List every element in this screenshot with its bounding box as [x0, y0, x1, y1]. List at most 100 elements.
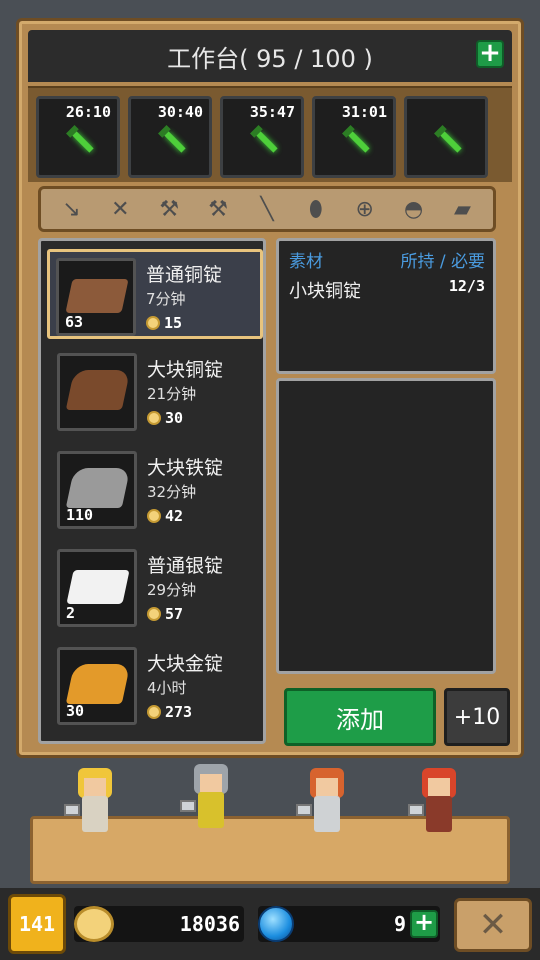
queue-slot[interactable]: 35:47 — [220, 96, 304, 178]
recipe-price: 30 — [147, 409, 183, 427]
sword-icon — [348, 131, 370, 153]
queue-slot[interactable] — [404, 96, 488, 178]
gem-value: 9 — [393, 912, 406, 936]
shield-icon[interactable]: ⬮ — [296, 197, 336, 222]
worker-face — [200, 774, 222, 792]
spear-icon[interactable]: ╲ — [247, 197, 287, 222]
gold-ingot-icon — [65, 664, 131, 704]
worker-face — [428, 778, 450, 796]
plus-ten-button[interactable]: +10 — [444, 688, 510, 746]
worker-character[interactable] — [408, 756, 468, 846]
worker-face — [84, 778, 106, 796]
recipe-count: 63 — [65, 313, 84, 331]
coin-icon — [147, 411, 161, 425]
recipe-name: 普通铜锭 — [146, 264, 223, 286]
worker-character[interactable] — [296, 756, 356, 846]
recipe-price: 273 — [147, 703, 192, 721]
gem-icon — [258, 906, 294, 942]
worker-character[interactable] — [180, 752, 240, 842]
bottom-bar: 141 18036 9 + ✕ — [0, 888, 540, 960]
recipe-item[interactable]: 大块铜锭 21分钟 30 — [51, 347, 263, 437]
recipe-item[interactable]: 30 大块金锭 4小时 273 — [51, 641, 263, 731]
close-button[interactable]: ✕ — [454, 898, 532, 952]
workbench-header: 工作台( 95 / 100 ) + — [28, 30, 512, 82]
gold-coin-icon — [74, 906, 114, 942]
sword-icon — [440, 131, 462, 153]
copper-ingot-icon — [65, 370, 131, 410]
recipe-name: 大块铜锭 — [147, 359, 224, 381]
crossed-swords-icon[interactable]: ✕ — [100, 197, 140, 222]
materials-panel: 素材 所持 / 必要 小块铜锭 12/3 — [276, 238, 496, 374]
queue-timer: 30:40 — [157, 103, 203, 121]
page-title: 工作台( 95 / 100 ) — [167, 44, 373, 73]
recipe-count: 30 — [66, 702, 85, 720]
worker-body — [426, 796, 452, 832]
add-slot-button[interactable]: + — [476, 40, 504, 68]
scroll-icon[interactable]: ▰ — [442, 197, 482, 222]
queue-timer: 26:10 — [65, 103, 111, 121]
recipe-icon: 30 — [57, 647, 137, 725]
recipe-icon — [57, 353, 137, 431]
recipe-item[interactable]: 2 普通银锭 29分钟 57 — [51, 543, 263, 633]
queue-slot[interactable]: 26:10 — [36, 96, 120, 178]
material-quantity: 12/3 — [448, 277, 485, 295]
coin-icon — [147, 705, 161, 719]
axe-icon[interactable]: ⚒ — [149, 197, 189, 222]
copper-ingot-icon — [65, 279, 129, 313]
worker-face — [316, 778, 338, 796]
recipe-icon: 110 — [57, 451, 137, 529]
recipe-name: 普通银锭 — [147, 555, 224, 577]
worker-body — [198, 792, 224, 828]
recipe-time: 21分钟 — [147, 385, 197, 403]
queue-slot[interactable]: 31:01 — [312, 96, 396, 178]
sword-icon — [164, 131, 186, 153]
worker-character[interactable] — [64, 756, 124, 846]
add-gems-button[interactable]: + — [410, 910, 438, 938]
queue-slot[interactable]: 30:40 — [128, 96, 212, 178]
level-badge[interactable]: 141 — [8, 894, 66, 954]
recipe-count: 2 — [66, 604, 76, 622]
recipe-icon: 2 — [57, 549, 137, 627]
queue-timer: 35:47 — [249, 103, 295, 121]
recipe-count: 110 — [66, 506, 94, 524]
recipe-price: 42 — [147, 507, 183, 525]
plus-icon: + — [413, 908, 435, 936]
close-icon: ✕ — [478, 905, 508, 945]
recipe-list: 63 普通铜锭 7分钟 15 大块铜锭 21分钟 30 110 大块铁锭 32分… — [38, 238, 266, 744]
action-area: 添加 +10 — [276, 682, 512, 748]
worker-body — [314, 796, 340, 832]
worker-body — [82, 796, 108, 832]
hammer-icon — [64, 804, 80, 816]
owned-required-header: 所持 / 必要 — [400, 252, 485, 272]
category-tabs: ↘ ✕ ⚒ ⚒ ╲ ⬮ ⊕ ◓ ▰ — [38, 186, 496, 232]
silver-ingot-icon — [66, 570, 130, 604]
gold-counter: 18036 — [74, 906, 244, 942]
recipe-time: 32分钟 — [147, 483, 197, 501]
pot-icon[interactable]: ◓ — [394, 197, 434, 222]
recipe-name: 大块铁锭 — [147, 457, 224, 479]
recipe-time: 29分钟 — [147, 581, 197, 599]
sword-icon — [256, 131, 278, 153]
crafting-queue: 26:10 30:40 35:47 31:01 — [28, 86, 512, 182]
recipe-price: 57 — [147, 605, 183, 623]
recipe-item[interactable]: 110 大块铁锭 32分钟 42 — [51, 445, 263, 535]
iron-ingot-icon — [65, 468, 131, 508]
material-name: 小块铜锭 — [289, 281, 361, 302]
hammer-icon[interactable]: ⚒ — [198, 197, 238, 222]
coin-icon — [146, 316, 160, 330]
detail-panel — [276, 378, 496, 674]
recipe-time: 7分钟 — [146, 290, 186, 308]
bow-icon[interactable]: ⊕ — [345, 197, 385, 222]
coin-icon — [147, 509, 161, 523]
gold-value: 18036 — [179, 912, 240, 936]
sword-icon — [72, 131, 94, 153]
coin-icon — [147, 607, 161, 621]
hammer-icon — [296, 804, 312, 816]
add-button[interactable]: 添加 — [284, 688, 436, 746]
recipe-item[interactable]: 63 普通铜锭 7分钟 15 — [47, 249, 263, 339]
recipe-price: 15 — [146, 314, 182, 332]
recipe-icon: 63 — [56, 258, 136, 336]
dagger-icon[interactable]: ↘ — [51, 197, 91, 222]
materials-header: 素材 — [289, 252, 323, 272]
hammer-icon — [408, 804, 424, 816]
